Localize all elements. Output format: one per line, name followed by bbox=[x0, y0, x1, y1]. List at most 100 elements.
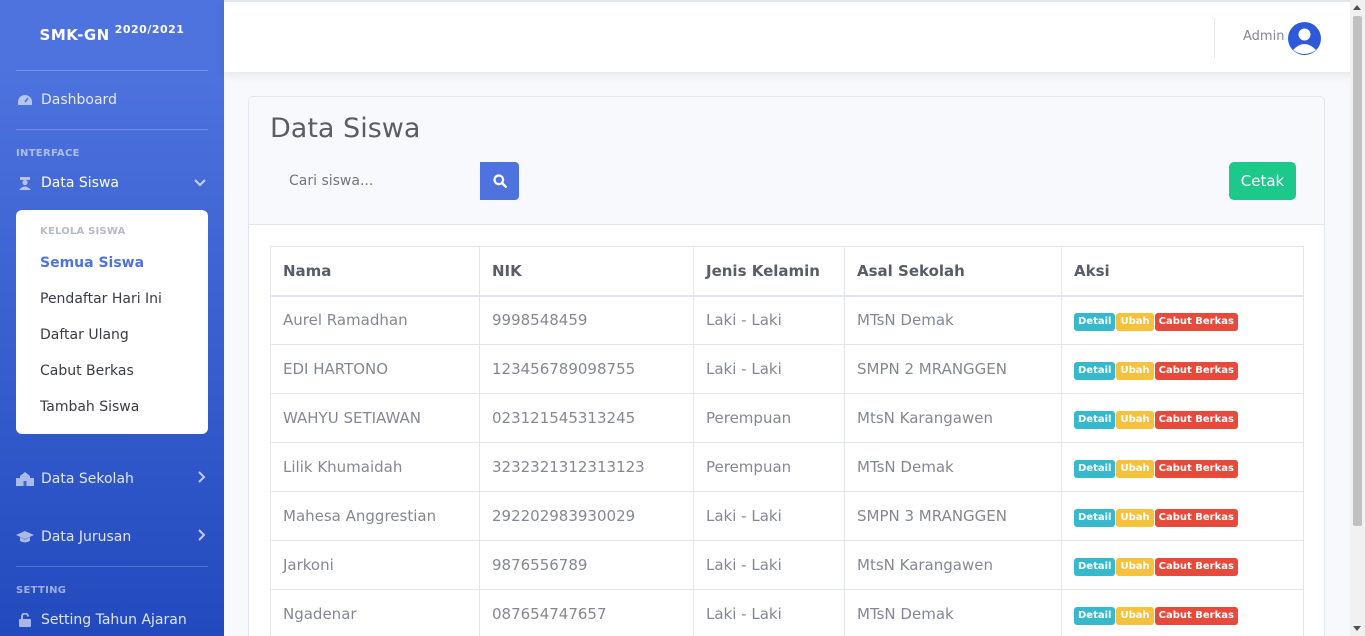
sidebar-item-label: Data Siswa bbox=[41, 175, 119, 191]
unlock-icon bbox=[16, 613, 34, 627]
table-header-row: Nama NIK Jenis Kelamin Asal Sekolah Aksi bbox=[270, 246, 1304, 297]
detail-button[interactable]: Detail bbox=[1074, 361, 1116, 380]
scrollbar-thumb[interactable] bbox=[1353, 16, 1362, 526]
revoke-button[interactable]: Cabut Berkas bbox=[1154, 459, 1238, 478]
search-button[interactable] bbox=[480, 162, 519, 200]
revoke-button[interactable]: Cabut Berkas bbox=[1154, 557, 1238, 576]
cell-nama: Mahesa Anggrestian bbox=[270, 491, 480, 541]
edit-button[interactable]: Ubah bbox=[1116, 312, 1154, 331]
column-header-jenis-kelamin[interactable]: Jenis Kelamin bbox=[693, 246, 845, 297]
sidebar-brand[interactable]: SMK-GN 2020/2021 bbox=[0, 0, 224, 70]
search-input[interactable] bbox=[270, 162, 480, 200]
chevron-right-icon bbox=[198, 529, 206, 545]
submenu-item-daftar-ulang[interactable]: Daftar Ulang bbox=[16, 317, 208, 353]
edit-button[interactable]: Ubah bbox=[1116, 557, 1154, 576]
revoke-button[interactable]: Cabut Berkas bbox=[1154, 361, 1238, 380]
cell-jenis-kelamin: Laki - Laki bbox=[693, 344, 845, 394]
edit-button[interactable]: Ubah bbox=[1116, 361, 1154, 380]
column-header-nama[interactable]: Nama bbox=[270, 246, 480, 297]
cell-nik: 3232321312313123 bbox=[479, 442, 694, 492]
cell-asal-sekolah: SMPN 2 MRANGGEN bbox=[844, 344, 1062, 394]
sidebar-item-label: Setting Tahun Ajaran bbox=[41, 612, 187, 628]
sidebar-item-label: Data Jurusan bbox=[41, 529, 132, 545]
table-row: WAHYU SETIAWAN 023121545313245 Perempuan Mt… bbox=[270, 393, 1304, 443]
revoke-button[interactable]: Cabut Berkas bbox=[1154, 312, 1238, 331]
data-siswa-submenu: KELOLA SISWA Semua Siswa Pendaftar Hari … bbox=[16, 210, 208, 434]
cell-aksi: Detail Ubah Cabut Berkas bbox=[1061, 491, 1304, 541]
edit-button[interactable]: Ubah bbox=[1116, 606, 1154, 625]
cell-asal-sekolah: MTsN Demak bbox=[844, 442, 1062, 492]
detail-button[interactable]: Detail bbox=[1074, 459, 1116, 478]
cell-nik: 123456789098755 bbox=[479, 344, 694, 394]
cell-asal-sekolah: MTsN Demak bbox=[844, 295, 1062, 345]
chevron-right-icon bbox=[198, 471, 206, 487]
topbar-divider bbox=[1214, 18, 1215, 58]
cell-jenis-kelamin: Laki - Laki bbox=[693, 491, 845, 541]
cell-aksi: Detail Ubah Cabut Berkas bbox=[1061, 344, 1304, 394]
user-avatar-icon[interactable] bbox=[1288, 22, 1321, 55]
cell-aksi: Detail Ubah Cabut Berkas bbox=[1061, 442, 1304, 492]
scroll-up-arrow-icon[interactable] bbox=[1353, 5, 1361, 10]
table-row: EDI HARTONO 123456789098755 Laki - Laki SMP… bbox=[270, 344, 1304, 394]
sidebar-item-label: Dashboard bbox=[41, 92, 117, 108]
page-title: Data Siswa bbox=[270, 113, 421, 144]
detail-button[interactable]: Detail bbox=[1074, 410, 1116, 429]
detail-button[interactable]: Detail bbox=[1074, 508, 1116, 527]
sidebar-item-setting-tahun-ajaran[interactable]: Setting Tahun Ajaran bbox=[0, 599, 224, 636]
card-header: Data Siswa Cetak bbox=[249, 97, 1324, 225]
sidebar-item-dashboard[interactable]: Dashboard bbox=[0, 71, 224, 129]
table-row: Ngadenar 087654747657 Laki - Laki MTsN Dema… bbox=[270, 589, 1304, 636]
table-row: Jarkoni 9876556789 Laki - Laki MtsN Karanga… bbox=[270, 540, 1304, 590]
cell-aksi: Detail Ubah Cabut Berkas bbox=[1061, 295, 1304, 345]
topbar: Admin bbox=[224, 0, 1364, 72]
sidebar-item-data-siswa[interactable]: Data Siswa bbox=[0, 162, 224, 204]
cell-asal-sekolah: SMPN 3 MRANGGEN bbox=[844, 491, 1062, 541]
column-header-asal-sekolah[interactable]: Asal Sekolah bbox=[844, 246, 1062, 297]
cell-nik: 023121545313245 bbox=[479, 393, 694, 443]
revoke-button[interactable]: Cabut Berkas bbox=[1154, 606, 1238, 625]
scroll-down-arrow-icon[interactable] bbox=[1353, 626, 1361, 631]
cell-nama: Jarkoni bbox=[270, 540, 480, 590]
school-icon bbox=[16, 472, 34, 486]
print-button[interactable]: Cetak bbox=[1229, 162, 1296, 200]
revoke-button[interactable]: Cabut Berkas bbox=[1154, 410, 1238, 429]
detail-button[interactable]: Detail bbox=[1074, 557, 1116, 576]
edit-button[interactable]: Ubah bbox=[1116, 508, 1154, 527]
revoke-button[interactable]: Cabut Berkas bbox=[1154, 508, 1238, 527]
brand-year: 2020/2021 bbox=[114, 22, 185, 36]
cell-asal-sekolah: MTsN Demak bbox=[844, 589, 1062, 636]
cell-nama: Aurel Ramadhan bbox=[270, 295, 480, 345]
detail-button[interactable]: Detail bbox=[1074, 606, 1116, 625]
sidebar-item-data-jurusan[interactable]: Data Jurusan bbox=[0, 508, 224, 566]
cell-asal-sekolah: MtsN Karangawen bbox=[844, 393, 1062, 443]
cell-nama: WAHYU SETIAWAN bbox=[270, 393, 480, 443]
table-row: Lilik Khumaidah 3232321312313123 Perempuan… bbox=[270, 442, 1304, 492]
submenu-item-pendaftar-hari-ini[interactable]: Pendaftar Hari Ini bbox=[16, 281, 208, 317]
cell-nama: EDI HARTONO bbox=[270, 344, 480, 394]
table-row: Mahesa Anggrestian 292202983930029 Laki - … bbox=[270, 491, 1304, 541]
sidebar-heading-interface: INTERFACE bbox=[16, 148, 80, 159]
search-icon bbox=[492, 174, 507, 188]
submenu-item-tambah-siswa[interactable]: Tambah Siswa bbox=[16, 389, 208, 425]
cell-jenis-kelamin: Laki - Laki bbox=[693, 295, 845, 345]
sidebar: SMK-GN 2020/2021 Dashboard INTERFACE Dat… bbox=[0, 0, 224, 636]
cell-asal-sekolah: MtsN Karangawen bbox=[844, 540, 1062, 590]
column-header-aksi: Aksi bbox=[1061, 246, 1304, 297]
submenu-item-semua-siswa[interactable]: Semua Siswa bbox=[16, 245, 208, 281]
submenu-item-cabut-berkas[interactable]: Cabut Berkas bbox=[16, 353, 208, 389]
cell-nama: Lilik Khumaidah bbox=[270, 442, 480, 492]
cell-aksi: Detail Ubah Cabut Berkas bbox=[1061, 540, 1304, 590]
cell-aksi: Detail Ubah Cabut Berkas bbox=[1061, 589, 1304, 636]
edit-button[interactable]: Ubah bbox=[1116, 459, 1154, 478]
cell-nik: 292202983930029 bbox=[479, 491, 694, 541]
tachometer-icon bbox=[16, 93, 34, 107]
sidebar-item-data-sekolah[interactable]: Data Sekolah bbox=[0, 450, 224, 508]
detail-button[interactable]: Detail bbox=[1074, 312, 1116, 331]
page-scrollbar[interactable] bbox=[1350, 0, 1365, 636]
edit-button[interactable]: Ubah bbox=[1116, 410, 1154, 429]
table-row: Aurel Ramadhan 9998548459 Laki - Laki MTsN … bbox=[270, 295, 1304, 345]
cell-nik: 9876556789 bbox=[479, 540, 694, 590]
sidebar-heading-setting: SETTING bbox=[16, 585, 67, 596]
column-header-nik[interactable]: NIK bbox=[479, 246, 694, 297]
user-name[interactable]: Admin bbox=[1243, 29, 1284, 44]
